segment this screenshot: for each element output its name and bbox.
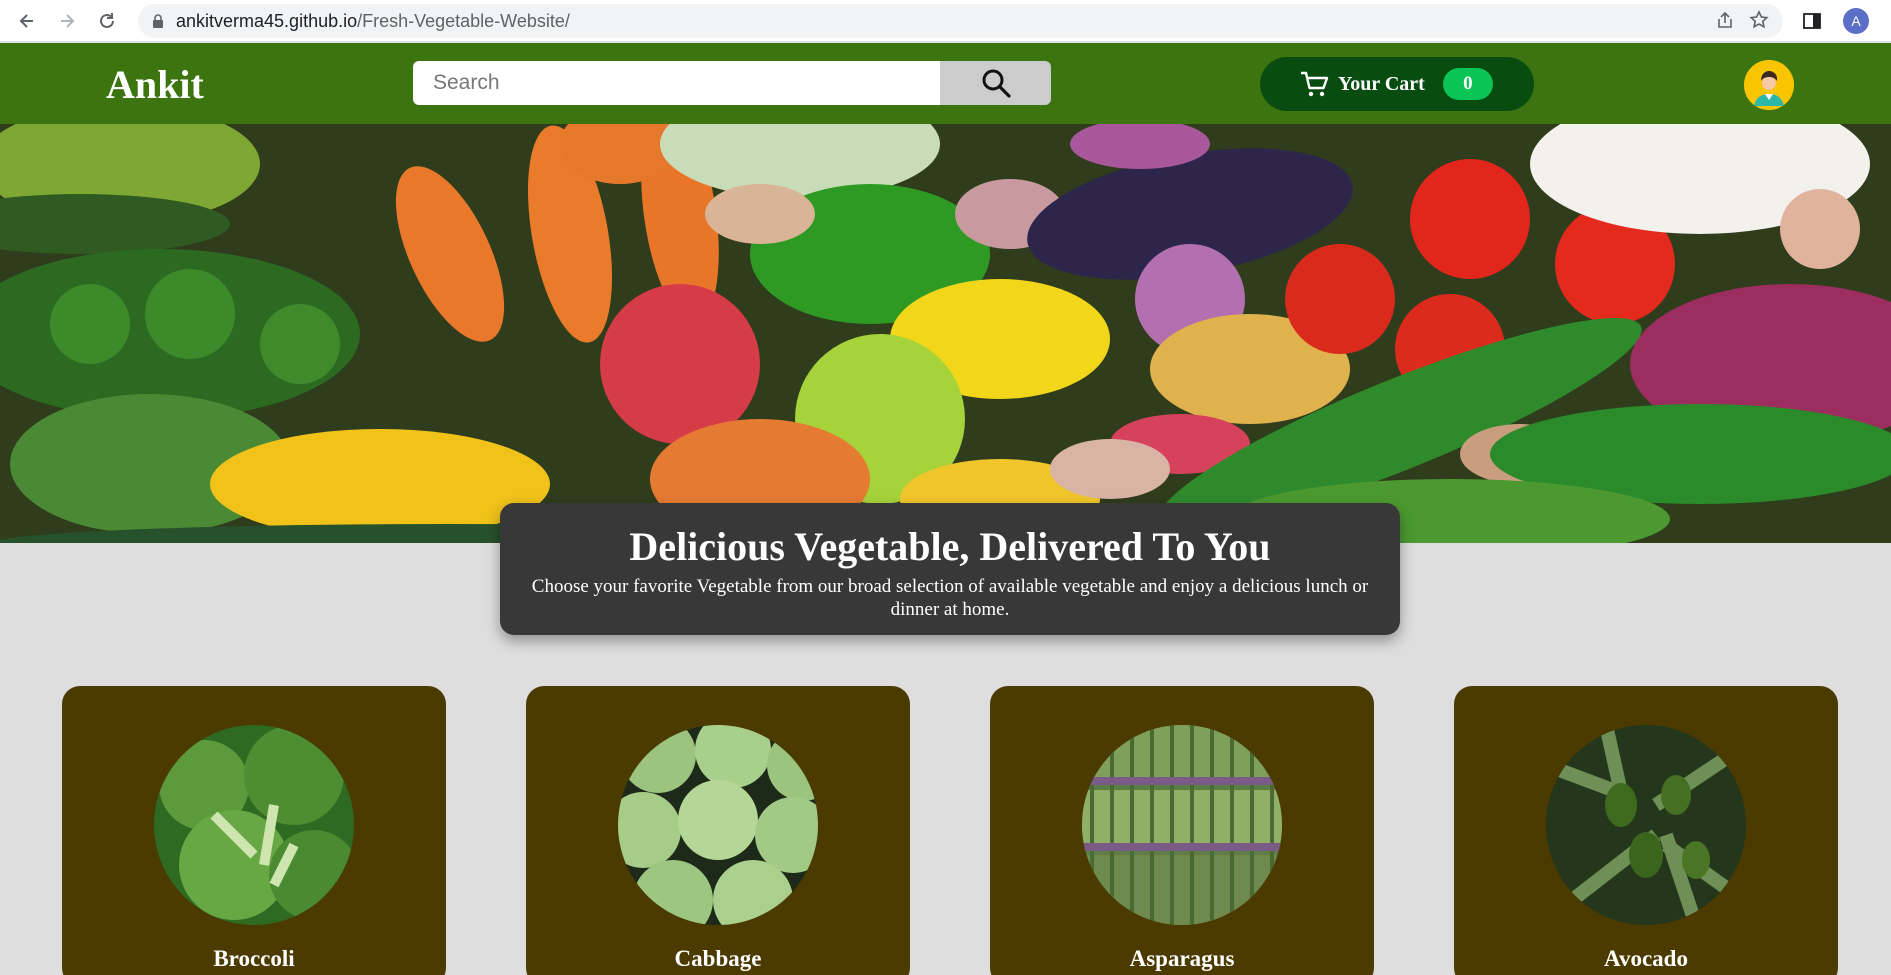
site-header: Ankit Your Cart 0: [0, 43, 1891, 124]
hero-text-card: Delicious Vegetable, Delivered To You Ch…: [500, 503, 1400, 635]
cart-label: Your Cart: [1338, 72, 1425, 95]
url-path: /Fresh-Vegetable-Website/: [357, 10, 570, 31]
product-name: Broccoli: [213, 946, 295, 971]
search-bar: [413, 61, 1051, 105]
search-input[interactable]: [413, 61, 940, 105]
browser-toolbar: ankitverma45.github.io/Fresh-Vegetable-W…: [0, 0, 1891, 42]
broccoli-image: [154, 725, 354, 925]
hero-vegetable-banner: [0, 124, 1891, 543]
lock-icon[interactable]: [152, 14, 164, 28]
product-name: Cabbage: [674, 946, 762, 971]
address-bar[interactable]: ankitverma45.github.io/Fresh-Vegetable-W…: [138, 4, 1783, 38]
star-icon[interactable]: [1749, 10, 1769, 30]
asparagus-image: [1082, 725, 1282, 925]
cart-count-badge: 0: [1442, 68, 1493, 100]
share-icon[interactable]: [1715, 10, 1735, 30]
product-card-asparagus[interactable]: Asparagus: [990, 686, 1374, 975]
browser-profile-avatar[interactable]: A: [1843, 8, 1869, 34]
hero-title: Delicious Vegetable, Delivered To You: [629, 524, 1271, 569]
forward-arrow-icon[interactable]: [52, 6, 82, 36]
brand-logo[interactable]: Ankit: [106, 61, 204, 108]
search-button[interactable]: [940, 61, 1051, 105]
product-name: Asparagus: [1129, 946, 1235, 971]
cabbage-image: [618, 725, 818, 925]
product-name: Avocado: [1604, 946, 1688, 971]
url-host: ankitverma45.github.io: [176, 10, 358, 31]
product-card-broccoli[interactable]: Broccoli: [62, 686, 446, 975]
hero-description: Choose your favorite Vegetable from our …: [531, 576, 1369, 620]
cart-icon: [1301, 71, 1329, 97]
back-arrow-icon[interactable]: [12, 6, 42, 36]
search-icon: [982, 69, 1011, 98]
product-card-cabbage[interactable]: Cabbage: [526, 686, 910, 975]
avocado-image: [1546, 725, 1746, 925]
user-avatar-icon[interactable]: [1744, 60, 1794, 110]
product-card-avocado[interactable]: Avocado: [1454, 686, 1838, 975]
sidebar-icon[interactable]: [1797, 6, 1827, 36]
reload-icon[interactable]: [92, 6, 122, 36]
cart-button[interactable]: Your Cart 0: [1260, 57, 1534, 111]
